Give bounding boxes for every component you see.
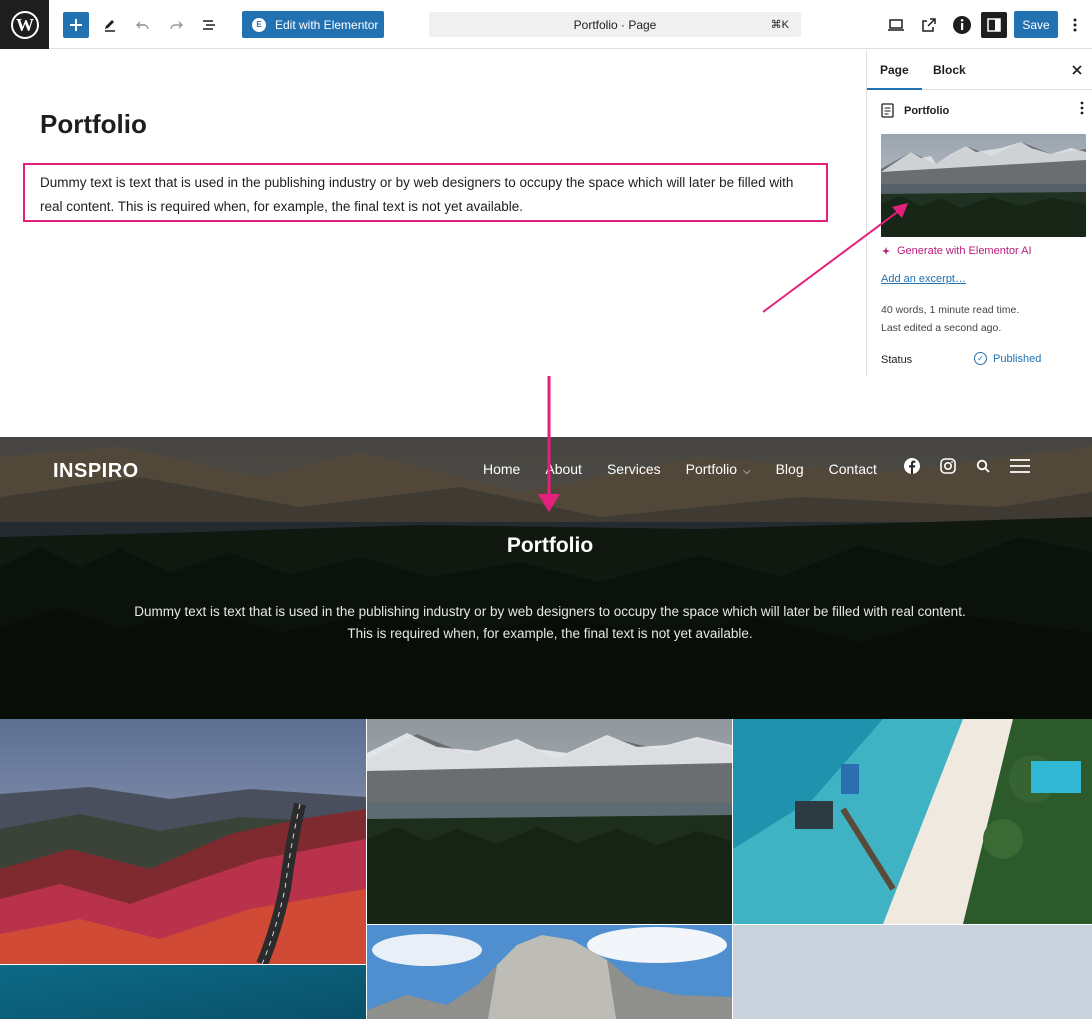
tropical-beach-image bbox=[733, 719, 1092, 924]
paragraph-block[interactable]: Dummy text is text that is used in the p… bbox=[23, 163, 828, 222]
misty-sky-image bbox=[733, 925, 1092, 1019]
nav-item-contact[interactable]: Contact bbox=[829, 461, 877, 477]
more-vertical-icon bbox=[1073, 18, 1077, 32]
hero-section: INSPIRO Home About Services Portfolio ⌵ B… bbox=[0, 437, 1092, 719]
nav-item-home[interactable]: Home bbox=[483, 461, 520, 477]
plus-icon bbox=[70, 19, 82, 31]
command-palette-bar[interactable]: Portfolio · Page ⌘K bbox=[429, 12, 801, 37]
mountain-lake-image bbox=[881, 134, 1086, 237]
page-icon bbox=[881, 103, 894, 118]
portfolio-item-misty-sky[interactable] bbox=[733, 925, 1092, 1019]
ocean-image bbox=[0, 965, 366, 1019]
autumn-road-image bbox=[0, 719, 366, 964]
instagram-icon[interactable] bbox=[940, 458, 956, 474]
nav-item-services[interactable]: Services bbox=[607, 461, 661, 477]
redo-button[interactable] bbox=[163, 12, 189, 38]
featured-image[interactable] bbox=[881, 134, 1086, 237]
screenshot-root: W E Edit with Elementor Portfolio · Page… bbox=[0, 0, 1092, 1019]
nav-item-portfolio[interactable]: Portfolio ⌵ bbox=[686, 461, 751, 477]
more-vertical-icon bbox=[1080, 101, 1084, 115]
hero-overlay bbox=[0, 437, 1092, 719]
hamburger-menu-icon[interactable] bbox=[1010, 458, 1030, 474]
portfolio-item-tropical-beach[interactable] bbox=[733, 719, 1092, 924]
portfolio-item-autumn-road[interactable] bbox=[0, 719, 366, 964]
hero-description: Dummy text is text that is used in the p… bbox=[134, 604, 966, 641]
status-value-button[interactable]: ✓ Published bbox=[974, 352, 1041, 365]
wordpress-icon: W bbox=[10, 10, 39, 39]
tab-page[interactable]: Page bbox=[867, 50, 922, 90]
chevron-down-icon: ⌵ bbox=[743, 466, 751, 477]
document-actions-button[interactable] bbox=[1080, 101, 1084, 120]
generate-ai-button[interactable]: Generate with Elementor AI bbox=[881, 245, 1032, 257]
close-icon bbox=[1072, 65, 1082, 75]
nav-item-about[interactable]: About bbox=[545, 461, 582, 477]
preview-button[interactable] bbox=[883, 12, 909, 38]
save-button[interactable]: Save bbox=[1014, 11, 1058, 38]
elementor-icon: E bbox=[252, 17, 266, 32]
close-sidebar-button[interactable] bbox=[1067, 60, 1087, 80]
hero-title: Portfolio bbox=[506, 534, 594, 557]
generate-ai-label: Generate with Elementor AI bbox=[897, 245, 1032, 257]
portfolio-item-mountain-lake[interactable] bbox=[367, 719, 732, 924]
add-excerpt-link[interactable]: Add an excerpt… bbox=[881, 273, 966, 285]
desktop-icon bbox=[888, 19, 904, 31]
tab-block[interactable]: Block bbox=[920, 50, 979, 90]
redo-icon bbox=[170, 21, 183, 30]
portfolio-item-ocean[interactable] bbox=[0, 965, 366, 1019]
editor-canvas: Portfolio Dummy text is text that is use… bbox=[0, 50, 866, 376]
frontend-site: INSPIRO Home About Services Portfolio ⌵ B… bbox=[0, 437, 1092, 1019]
granite-cliff-image bbox=[367, 925, 732, 1019]
external-link-icon bbox=[922, 18, 936, 32]
mountain-lake-image bbox=[367, 719, 732, 924]
header-icons bbox=[904, 458, 1030, 474]
info-icon bbox=[953, 16, 971, 34]
document-summary: Portfolio bbox=[881, 103, 949, 118]
list-view-icon bbox=[203, 20, 215, 30]
nav-item-blog[interactable]: Blog bbox=[776, 461, 804, 477]
view-post-button[interactable] bbox=[916, 12, 942, 38]
search-icon[interactable] bbox=[976, 459, 990, 473]
portfolio-item-granite-cliff[interactable] bbox=[367, 925, 732, 1019]
edit-with-elementor-button[interactable]: E Edit with Elementor bbox=[242, 11, 384, 38]
settings-sidebar-toggle[interactable] bbox=[981, 12, 1007, 38]
last-edited-text: Last edited a second ago. bbox=[881, 322, 1002, 334]
post-title-block[interactable]: Portfolio bbox=[40, 109, 147, 140]
undo-button[interactable] bbox=[130, 12, 156, 38]
sidebar-icon bbox=[987, 18, 1001, 32]
post-meta: 40 words, 1 minute read time. Last edite… bbox=[881, 301, 1019, 337]
wordpress-logo-button[interactable]: W bbox=[0, 0, 49, 49]
undo-icon bbox=[136, 21, 149, 30]
document-overview-button[interactable] bbox=[196, 12, 222, 38]
document-title: Portfolio bbox=[904, 104, 950, 117]
editor-toolbar: W E Edit with Elementor Portfolio · Page… bbox=[0, 0, 1092, 49]
nav-item-portfolio-label: Portfolio bbox=[685, 461, 737, 477]
main-navigation: Home About Services Portfolio ⌵ Blog Cont… bbox=[483, 461, 877, 477]
facebook-icon[interactable] bbox=[904, 458, 920, 474]
add-block-button[interactable] bbox=[63, 12, 89, 38]
check-circle-icon: ✓ bbox=[974, 352, 987, 365]
status-label: Status bbox=[881, 354, 913, 366]
settings-sidebar: Page Block Portfolio Generate with Eleme… bbox=[866, 50, 1092, 376]
sparkle-icon bbox=[882, 246, 890, 255]
command-shortcut: ⌘K bbox=[770, 19, 789, 31]
svg-text:W: W bbox=[16, 15, 34, 35]
edit-with-elementor-label: Edit with Elementor bbox=[275, 17, 379, 32]
status-value: Published bbox=[993, 352, 1042, 365]
info-button[interactable] bbox=[949, 12, 975, 38]
options-menu-button[interactable] bbox=[1065, 12, 1085, 38]
command-bar-title: Portfolio · Page bbox=[573, 17, 657, 32]
tools-button[interactable] bbox=[97, 12, 123, 38]
pencil-icon bbox=[105, 20, 115, 32]
word-count-text: 40 words, 1 minute read time. bbox=[881, 304, 1020, 316]
sidebar-tabs: Page Block bbox=[867, 50, 1092, 90]
site-logo[interactable]: INSPIRO bbox=[53, 460, 139, 483]
